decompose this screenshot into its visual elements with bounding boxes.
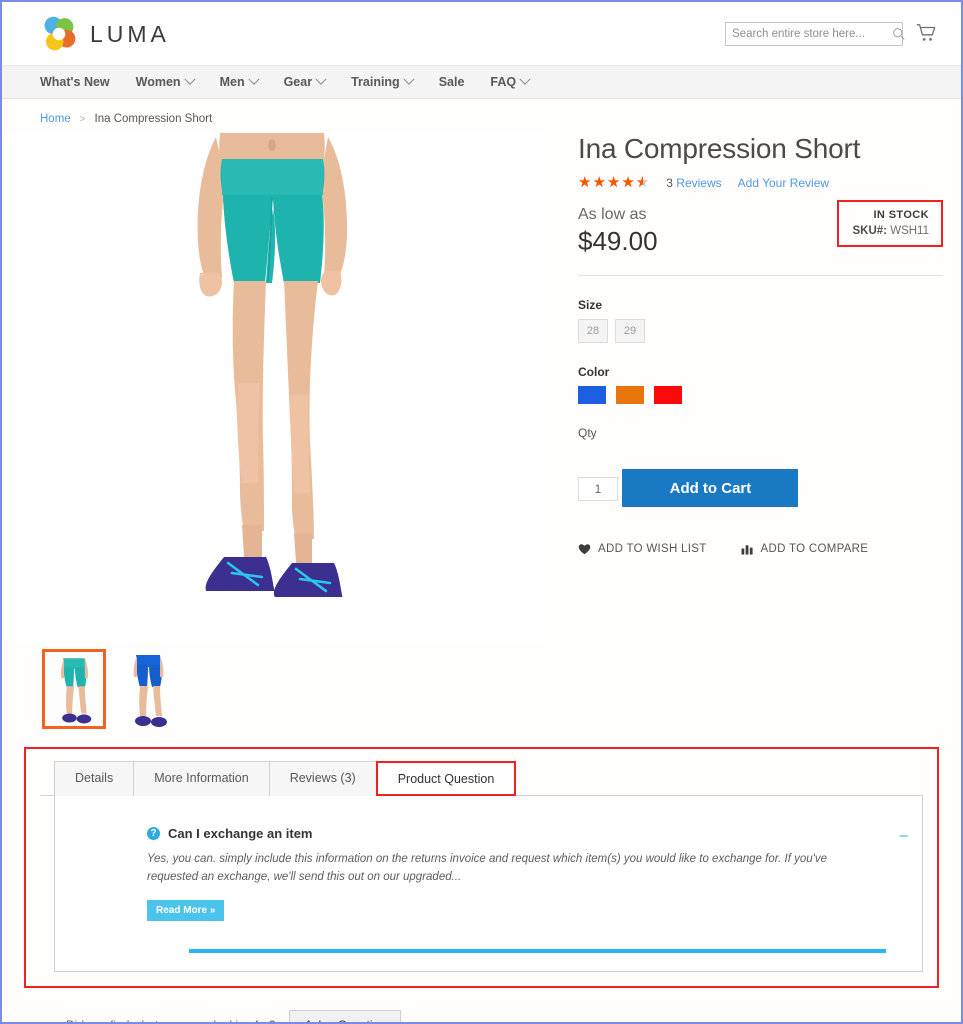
add-to-wish-list-link[interactable]: ADD TO WISH LIST	[578, 543, 707, 555]
nav-label: Women	[135, 75, 181, 89]
stars-filled: ★★★★★	[578, 175, 643, 190]
reviews-link[interactable]: 3 Reviews	[666, 176, 721, 190]
sku-row: SKU#: WSH11	[853, 225, 930, 237]
ask-prompt: Did you find what you were looking for?	[66, 1018, 275, 1022]
stock-status-box: IN STOCK SKU#: WSH11	[836, 200, 943, 247]
nav-label: Training	[351, 75, 400, 89]
color-swatch-orange[interactable]	[616, 386, 644, 404]
product-question-panel: ? Can I exchange an item – Yes, you can.…	[54, 796, 923, 972]
star-rating[interactable]: ★★★★★ ★★★★★	[578, 175, 650, 190]
breadcrumb: Home > Ina Compression Short	[2, 99, 961, 125]
thumb-blue-image	[116, 649, 180, 729]
nav-label: Gear	[283, 75, 313, 89]
wish-list-label: ADD TO WISH LIST	[598, 543, 707, 555]
add-to-cart-button[interactable]: Add to Cart	[622, 469, 799, 507]
product-actions: ADD TO WISH LIST ADD TO COMPARE	[578, 543, 943, 555]
thumbnail-blue-compression-short[interactable]	[116, 649, 180, 729]
tab-reviews[interactable]: Reviews (3)	[268, 761, 377, 796]
product-tabs: Details More Information Reviews (3) Pro…	[40, 761, 923, 796]
color-label: Color	[578, 365, 610, 379]
search-glyph	[893, 28, 905, 40]
size-option-28[interactable]: 28	[578, 319, 608, 343]
nav-item-faq[interactable]: FAQ	[490, 73, 531, 89]
brand-name: LUMA	[90, 20, 170, 47]
heart-icon	[578, 544, 591, 555]
nav-item-whats-new[interactable]: What's New	[40, 75, 110, 89]
question-mark-icon: ?	[147, 827, 160, 840]
read-more-button[interactable]: Read More »	[147, 899, 225, 921]
color-swatch-red[interactable]	[654, 386, 682, 404]
page-title: Ina Compression Short	[578, 133, 861, 164]
product-main: Ina Compression Short ★★★★★ ★★★★★ 3 Revi…	[2, 125, 961, 729]
nav-item-training[interactable]: Training	[351, 73, 415, 89]
nav-item-gear[interactable]: Gear	[283, 73, 327, 89]
nav-label: What's New	[40, 75, 110, 89]
compare-label: ADD TO COMPARE	[760, 543, 869, 555]
size-option-29[interactable]: 29	[615, 319, 645, 343]
faq-answer-text: Yes, you can. simply include this inform…	[147, 853, 827, 884]
product-info: Ina Compression Short ★★★★★ ★★★★★ 3 Revi…	[542, 133, 961, 729]
add-your-review-link[interactable]: Add Your Review	[738, 176, 829, 190]
search-box[interactable]	[725, 22, 906, 46]
status-badge: IN STOCK	[873, 209, 929, 221]
product-thumbnails	[2, 643, 542, 729]
sku-value: WSH11	[890, 225, 929, 237]
breadcrumb-separator-icon: >	[79, 113, 86, 125]
ask-a-question-button[interactable]: Ask a Question	[289, 1009, 401, 1022]
add-to-compare-link[interactable]: ADD TO COMPARE	[741, 543, 869, 555]
color-swatch-blue[interactable]	[578, 386, 606, 404]
chevron-down-icon	[403, 73, 415, 85]
chevron-down-icon	[183, 73, 196, 85]
nav-label: Men	[219, 75, 245, 89]
faq-question-row[interactable]: ? Can I exchange an item –	[147, 826, 908, 843]
site-logo[interactable]: LUMA	[40, 15, 170, 53]
search-input[interactable]	[726, 28, 892, 40]
breadcrumb-current: Ina Compression Short	[94, 113, 213, 125]
faq-collapse-toggle[interactable]: –	[900, 828, 908, 843]
nav-item-sale[interactable]: Sale	[439, 75, 465, 89]
sku-label: SKU#:	[852, 225, 888, 237]
product-media	[2, 133, 542, 729]
product-main-image[interactable]	[2, 133, 542, 643]
nav-item-women[interactable]: Women	[135, 73, 196, 89]
chevron-down-icon	[315, 73, 327, 85]
main-navigation: What's New Women Men Gear Training Sale …	[2, 65, 961, 99]
thumb-teal-image	[45, 652, 103, 726]
nav-label: FAQ	[490, 75, 517, 89]
size-options: 28 29	[578, 319, 943, 343]
tab-details[interactable]: Details	[54, 761, 135, 796]
chevron-down-icon	[247, 73, 260, 85]
model-wearing-teal-shorts-illustration	[2, 133, 542, 643]
qty-label: Qty	[578, 426, 597, 440]
cart-glyph	[916, 24, 936, 41]
tab-more-information[interactable]: More Information	[133, 761, 270, 796]
quantity-input[interactable]	[578, 476, 618, 501]
bar-chart-icon	[741, 545, 753, 555]
reviews-count: 3	[666, 175, 673, 190]
site-header: LUMA	[2, 2, 961, 65]
nav-item-men[interactable]: Men	[219, 73, 260, 89]
divider	[578, 275, 943, 276]
browser-page: LUMA What's New Women	[0, 0, 963, 1024]
ask-question-row: Did you find what you were looking for? …	[2, 988, 961, 1022]
section-rule	[189, 948, 886, 953]
product-tabs-highlight-region: Details More Information Reviews (3) Pro…	[24, 747, 939, 988]
thumbnail-teal-compression-short[interactable]	[42, 649, 106, 729]
reviews-label: Reviews	[676, 175, 722, 190]
tab-product-question[interactable]: Product Question	[375, 761, 517, 796]
search-icon[interactable]	[892, 23, 906, 45]
chevron-down-icon	[519, 73, 531, 85]
breadcrumb-home-link[interactable]: Home	[40, 113, 71, 125]
color-options	[578, 386, 943, 404]
faq-question-text: Can I exchange an item	[168, 826, 313, 841]
luma-flower-logo-icon	[44, 16, 76, 51]
nav-label: Sale	[438, 75, 465, 89]
shopping-cart-icon[interactable]	[913, 20, 939, 46]
rating-row: ★★★★★ ★★★★★ 3 Reviews Add Your Review	[578, 175, 943, 190]
size-label: Size	[578, 298, 603, 312]
